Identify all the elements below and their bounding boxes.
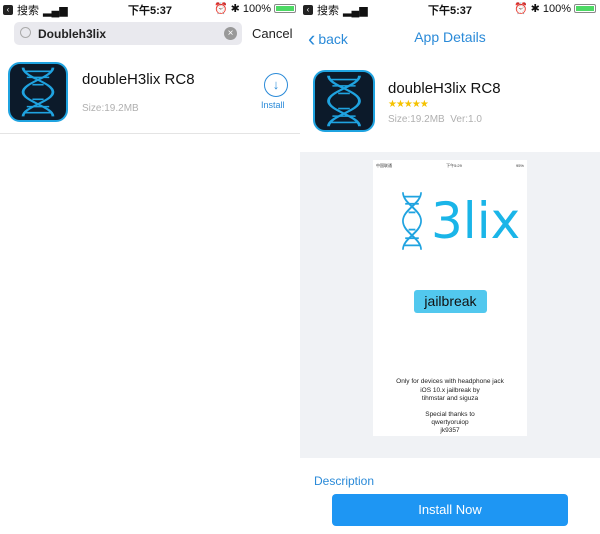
app-name[interactable]: doubleH3lix RC8	[82, 71, 195, 88]
app-screenshot[interactable]: 中国联通 下午5:29 95% 3lix jailbreak Only for de…	[373, 160, 527, 436]
rating-stars: ★★★★★	[388, 99, 429, 110]
jailbreak-button: jailbreak	[414, 290, 487, 313]
status-bar: ‹ 搜索 ▂▄▆ 下午5:37 ⏰ ✱ 100%	[300, 0, 600, 17]
app-details-screen: ‹ 搜索 ▂▄▆ 下午5:37 ⏰ ✱ 100% ‹ back App Details d…	[300, 0, 600, 534]
shot-text: qwertyoruiop	[431, 419, 469, 426]
status-bar: ‹ 搜索 ▂▄▆ 下午5:37 ⏰ ✱ 100%	[0, 0, 300, 17]
logo-text: 3lix	[431, 192, 521, 250]
cancel-button[interactable]: Cancel	[252, 26, 292, 41]
battery-icon	[274, 4, 296, 13]
shot-text: tihmstar and siguza	[421, 395, 479, 402]
app-name: doubleH3lix RC8	[388, 80, 501, 97]
screenshot-gallery[interactable]: 中国联通 下午5:29 95% 3lix jailbreak Only for de…	[300, 152, 600, 458]
shot-text: Special thanks to	[425, 411, 475, 418]
search-input[interactable]: Doubleh3lix ×	[14, 22, 242, 45]
battery-percent: 100%	[242, 2, 271, 15]
shot-carrier: 中国联通	[376, 163, 392, 168]
battery-percent: 100%	[542, 2, 571, 15]
app-icon[interactable]	[8, 62, 68, 122]
shot-text: Only for devices with headphone jack	[396, 378, 504, 385]
download-arrow-icon[interactable]: ↓	[264, 73, 288, 97]
description-heading: Description	[314, 474, 375, 488]
search-icon	[20, 27, 31, 38]
install-now-button[interactable]: Install Now	[332, 494, 568, 526]
alarm-icon: ⏰	[213, 3, 228, 15]
alarm-icon: ⏰	[513, 3, 528, 15]
battery-icon	[574, 4, 596, 13]
shot-text: iOS 10.x jailbreak by	[420, 387, 480, 394]
app-size: Size:19.2MB	[82, 103, 139, 114]
bluetooth-icon: ✱	[530, 3, 540, 15]
divider	[0, 133, 300, 134]
h3lix-logo: 3lix	[395, 188, 520, 254]
shot-battery: 95%	[515, 163, 524, 168]
app-icon	[313, 70, 375, 132]
search-screen: ‹ 搜索 ▂▄▆ 下午5:37 ⏰ ✱ 100% Doubleh3lix × Cance…	[0, 0, 300, 534]
install-button[interactable]: Install	[261, 100, 285, 110]
search-query[interactable]: Doubleh3lix	[38, 27, 106, 41]
dna-icon	[401, 191, 423, 251]
app-size: Size:19.2MB	[388, 114, 445, 125]
page-title: App Details	[414, 29, 486, 45]
shot-time: 下午5:29	[446, 163, 462, 168]
app-version: Ver:1.0	[450, 114, 482, 125]
bluetooth-icon: ✱	[230, 3, 240, 15]
clear-icon[interactable]: ×	[224, 27, 237, 40]
shot-text: jk9357	[440, 427, 460, 434]
